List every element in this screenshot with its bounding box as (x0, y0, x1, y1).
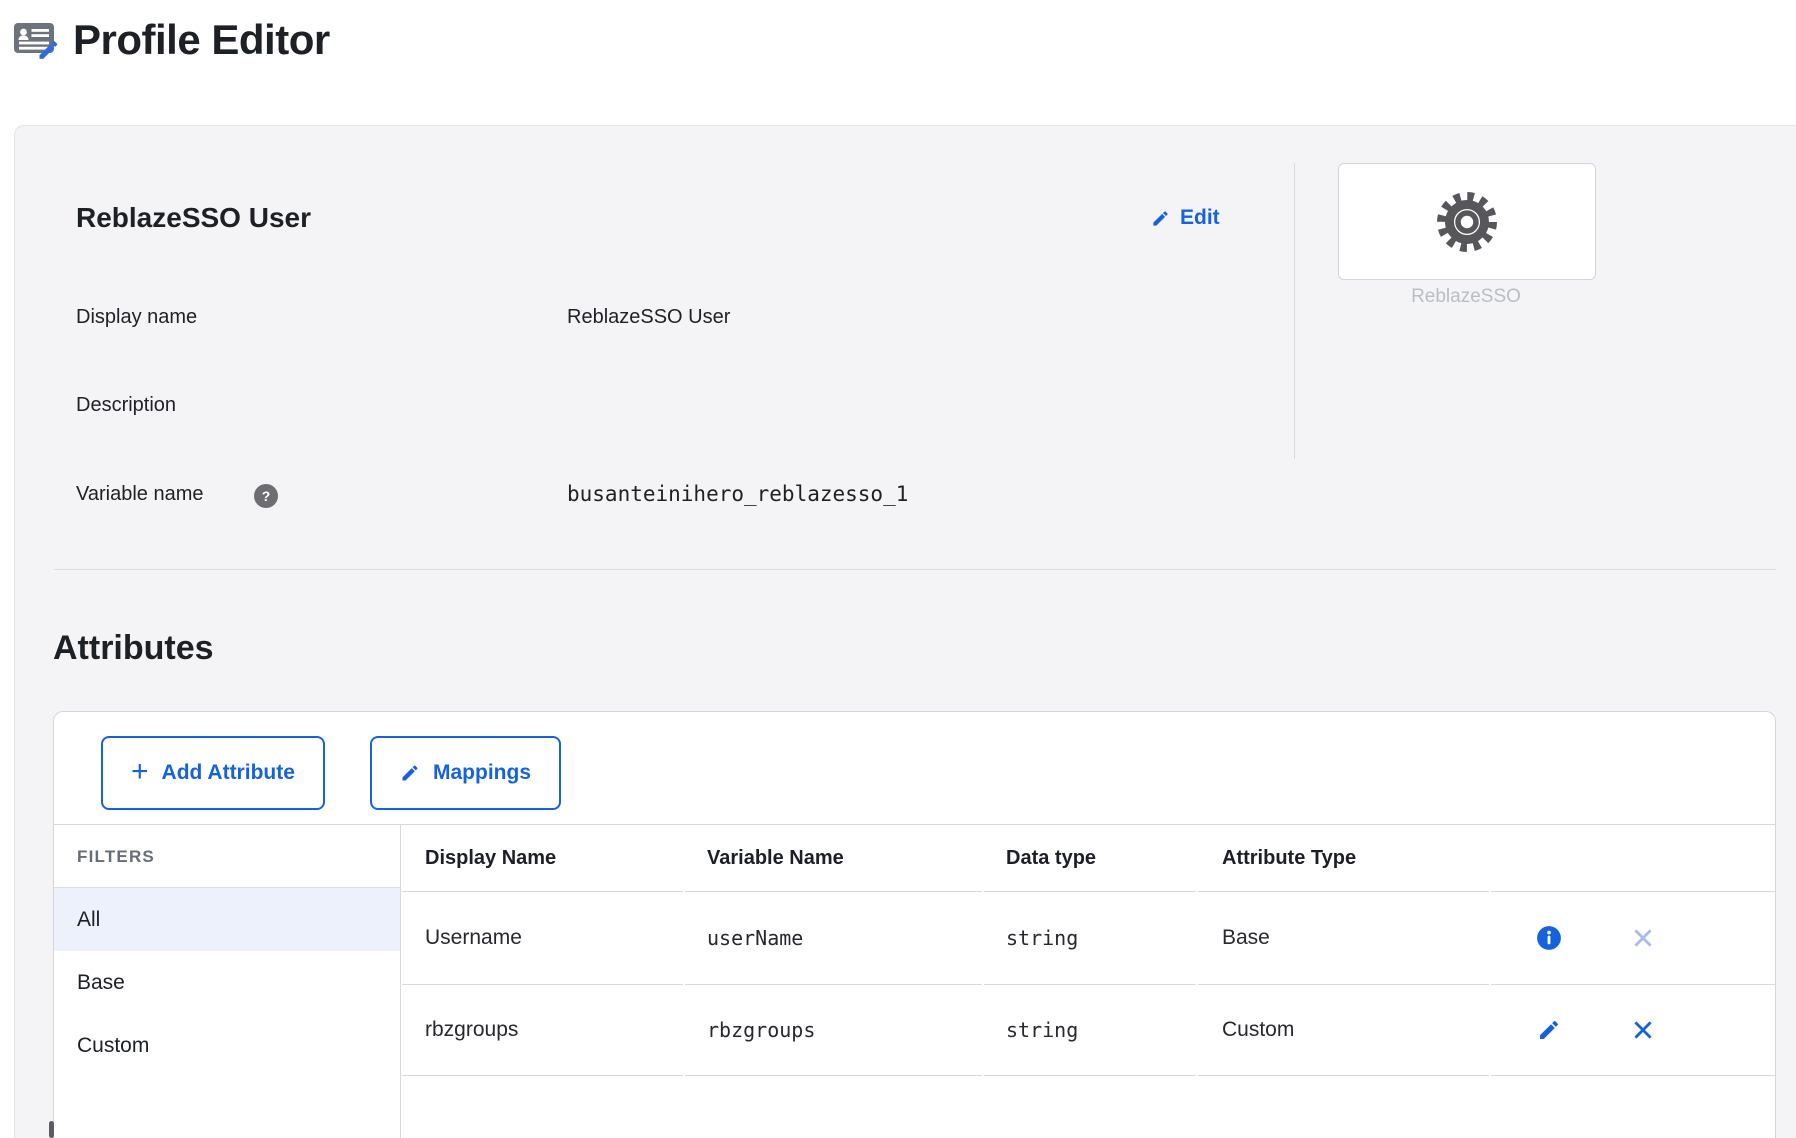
cell-attribute-type: Custom (1198, 985, 1489, 1076)
sidebar-scrollbar-thumb[interactable] (49, 1121, 54, 1138)
section-divider (54, 569, 1776, 570)
attributes-panel: + Add Attribute Mappings FILTERS All Bas… (53, 711, 1776, 1138)
cell-data-type: string (984, 985, 1196, 1076)
field-value-display-name: ReblazeSSO User (567, 306, 730, 329)
filter-item-all[interactable]: All (54, 888, 400, 951)
edit-pencil-icon (400, 763, 420, 783)
column-header-display-name: Display Name (402, 825, 683, 892)
column-header-actions (1491, 825, 1775, 892)
profile-editor-card-pencil-icon (13, 19, 59, 61)
help-icon[interactable]: ? (254, 484, 278, 508)
remove-x-icon-disabled[interactable] (1630, 925, 1656, 951)
cell-variable-name: rbzgroups (685, 985, 982, 1076)
filter-label: Base (77, 971, 125, 995)
filter-item-custom[interactable]: Custom (54, 1014, 400, 1077)
edit-label: Edit (1180, 206, 1220, 230)
remove-x-icon[interactable] (1630, 1017, 1656, 1043)
filter-item-base[interactable]: Base (54, 951, 400, 1014)
info-icon[interactable] (1536, 925, 1562, 951)
mappings-button[interactable]: Mappings (370, 736, 561, 810)
edit-profile-link[interactable]: Edit (1151, 206, 1220, 230)
filters-heading: FILTERS (77, 847, 155, 867)
plus-icon: + (131, 757, 149, 787)
field-label-description: Description (76, 394, 176, 417)
page-title: Profile Editor (73, 16, 330, 64)
app-logo-caption: ReblazeSSO (1338, 286, 1594, 308)
profile-editor-page: Profile Editor ReblazeSSO User Edit Rebl… (0, 0, 1796, 1138)
cell-variable-name: userName (685, 892, 982, 985)
gear-icon (1435, 190, 1499, 254)
profile-card: ReblazeSSO User Edit ReblazeSSO Display … (14, 125, 1796, 1138)
table-row: rbzgroups rbzgroups string Custom (402, 985, 1775, 1076)
page-title-bar: Profile Editor (13, 16, 330, 64)
column-header-variable-name: Variable Name (685, 825, 982, 892)
column-header-data-type: Data type (984, 825, 1196, 892)
field-value-variable-name: busanteinihero_reblazesso_1 (567, 482, 908, 506)
edit-pencil-icon (1151, 209, 1170, 228)
cell-data-type: string (984, 892, 1196, 985)
vertical-divider (1294, 163, 1295, 459)
cell-attribute-type: Base (1198, 892, 1489, 985)
add-attribute-button[interactable]: + Add Attribute (101, 736, 325, 810)
attributes-table: Display Name Variable Name Data type Att… (402, 825, 1775, 1138)
cell-display-name: rbzgroups (402, 985, 683, 1076)
app-logo-tile (1338, 163, 1596, 280)
field-label-variable-name: Variable name (76, 483, 203, 506)
mappings-label: Mappings (433, 761, 531, 785)
cell-display-name: Username (402, 892, 683, 985)
filter-label: All (77, 908, 100, 932)
attributes-heading: Attributes (53, 629, 214, 668)
profile-name: ReblazeSSO User (76, 202, 311, 234)
table-row: Username userName string Base (402, 892, 1775, 985)
field-label-display-name: Display name (76, 306, 197, 329)
filters-sidebar: FILTERS All Base Custom (54, 825, 401, 1138)
column-header-attribute-type: Attribute Type (1198, 825, 1489, 892)
edit-pencil-icon[interactable] (1536, 1017, 1562, 1043)
filter-label: Custom (77, 1034, 149, 1058)
add-attribute-label: Add Attribute (162, 761, 295, 785)
table-header-row: Display Name Variable Name Data type Att… (402, 825, 1775, 892)
